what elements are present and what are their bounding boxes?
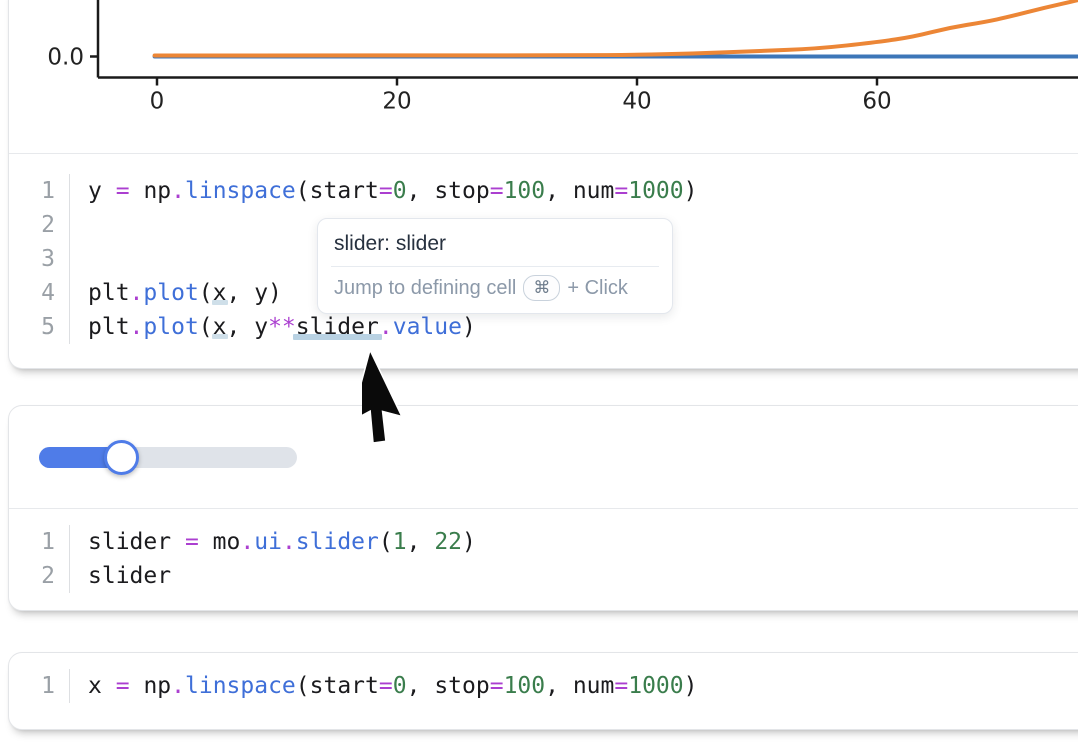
code-line[interactable]: 1y = np.linspace(start=0, stop=100, num=…: [9, 174, 1078, 208]
command-key-badge: ⌘: [523, 275, 560, 301]
code-text: x = np.linspace(start=0, stop=100, num=1…: [70, 669, 697, 703]
slider-output-area: [9, 406, 1078, 509]
matplotlib-chart: 0.0 0 20 40 60: [0, 0, 1078, 153]
code-text: plt.plot(x, y**slider.value): [70, 310, 476, 344]
svg-text:60: 60: [862, 89, 891, 115]
svg-text:0.0: 0.0: [47, 45, 84, 71]
code-text: slider = mo.ui.slider(1, 22): [70, 525, 476, 559]
line-number: 4: [9, 276, 70, 310]
line-number: 1: [9, 669, 70, 703]
slider-handle[interactable]: [104, 440, 139, 475]
code-line[interactable]: 5plt.plot(x, y**slider.value): [9, 310, 1078, 344]
tooltip-click-hint: + Click: [567, 277, 628, 300]
line-number: 1: [9, 174, 70, 208]
code-line[interactable]: 2slider: [9, 559, 1078, 593]
svg-text:40: 40: [622, 89, 651, 115]
code-text: [70, 208, 88, 242]
line-number: 1: [9, 525, 70, 559]
tooltip-action[interactable]: Jump to defining cell ⌘ + Click: [318, 267, 672, 313]
plot-output-area: 0.0 0 20 40 60: [9, 0, 1078, 154]
line-number: 2: [9, 559, 70, 593]
variable-tooltip: slider: slider Jump to defining cell ⌘ +…: [317, 218, 673, 314]
tooltip-action-label: Jump to defining cell: [334, 277, 516, 300]
mouse-cursor-icon: [362, 346, 452, 456]
slider-track[interactable]: [39, 447, 297, 468]
notebook-cell-x: 1x = np.linspace(start=0, stop=100, num=…: [8, 652, 1078, 730]
line-number: 3: [9, 242, 70, 276]
code-editor[interactable]: 1slider = mo.ui.slider(1, 22)2slider: [9, 509, 1078, 610]
svg-text:20: 20: [382, 89, 411, 115]
code-text: y = np.linspace(start=0, stop=100, num=1…: [70, 174, 697, 208]
code-text: plt.plot(x, y): [70, 276, 282, 310]
tooltip-title: slider: slider: [318, 219, 672, 266]
hovered-variable: slider: [296, 314, 379, 340]
code-text: [70, 242, 88, 276]
notebook-cell-slider: 1slider = mo.ui.slider(1, 22)2slider: [8, 405, 1078, 611]
code-text: slider: [70, 559, 171, 593]
line-number: 2: [9, 208, 70, 242]
occurrence-highlight: x: [213, 314, 227, 340]
svg-text:0: 0: [150, 89, 165, 115]
line-number: 5: [9, 310, 70, 344]
code-editor[interactable]: 1x = np.linspace(start=0, stop=100, num=…: [9, 653, 1078, 729]
occurrence-highlight: x: [213, 280, 227, 306]
code-line[interactable]: 1slider = mo.ui.slider(1, 22): [9, 525, 1078, 559]
code-line[interactable]: 1x = np.linspace(start=0, stop=100, num=…: [9, 669, 1078, 703]
